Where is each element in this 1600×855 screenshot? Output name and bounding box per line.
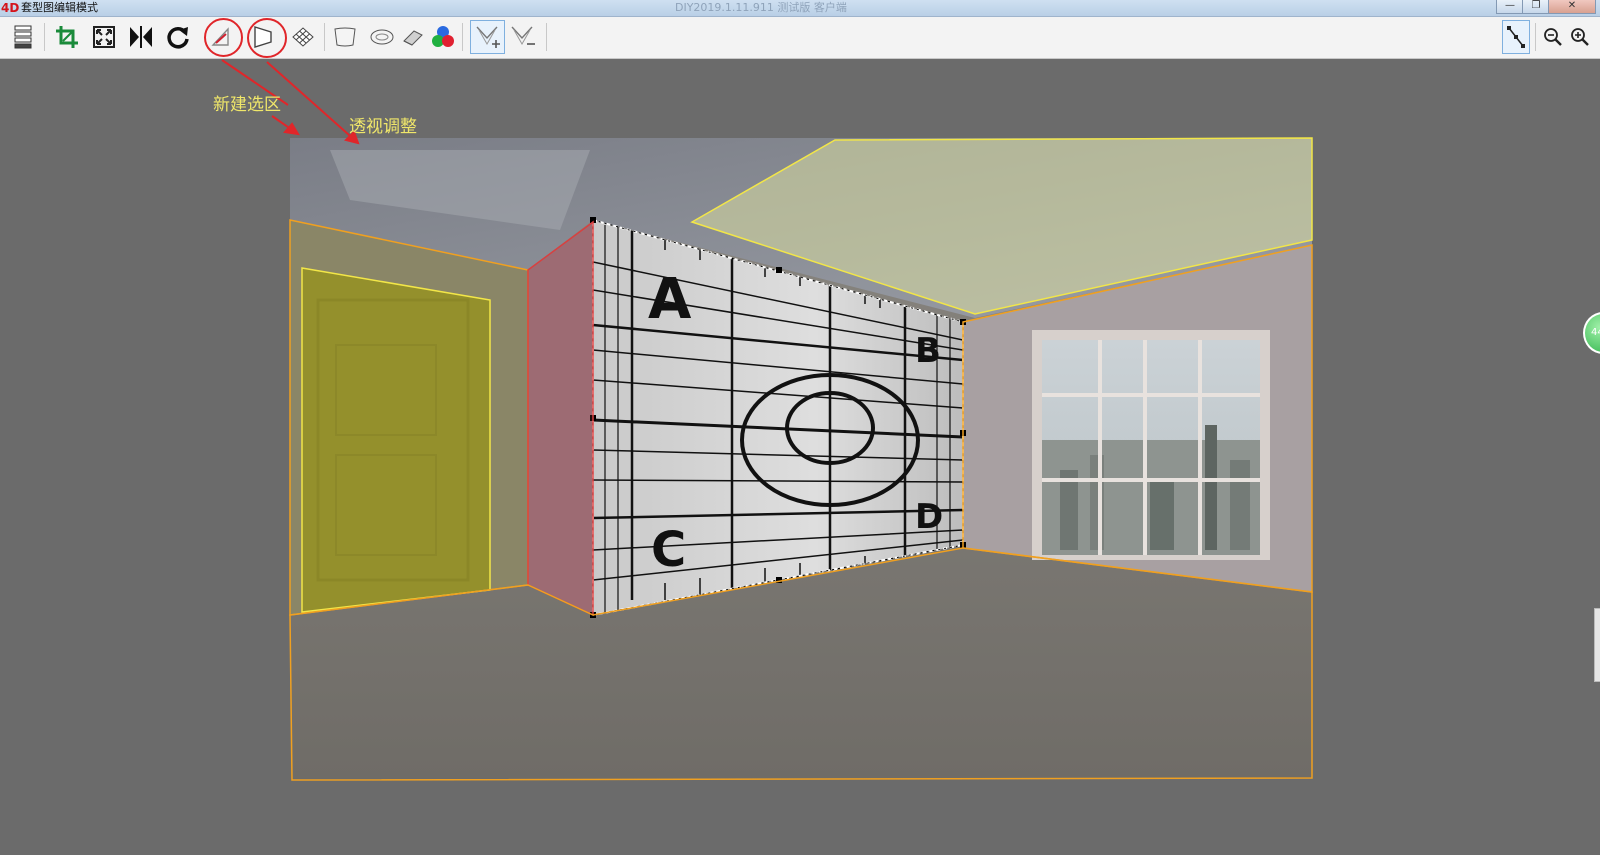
wall-label-c: C: [651, 522, 686, 578]
window-view: [1032, 330, 1270, 560]
annotation-perspective-adjust: 透视调整: [349, 117, 417, 137]
wall-label-a: A: [648, 267, 692, 332]
editing-canvas[interactable]: A B C D: [0, 0, 1600, 855]
side-wall-selection[interactable]: [527, 220, 594, 617]
side-scroll-handle[interactable]: [1594, 608, 1600, 682]
door-selection[interactable]: [301, 267, 491, 613]
annotation-new-selection: 新建选区: [213, 95, 281, 115]
wall-label-d: D: [915, 497, 943, 537]
wall-label-b: B: [915, 331, 941, 371]
